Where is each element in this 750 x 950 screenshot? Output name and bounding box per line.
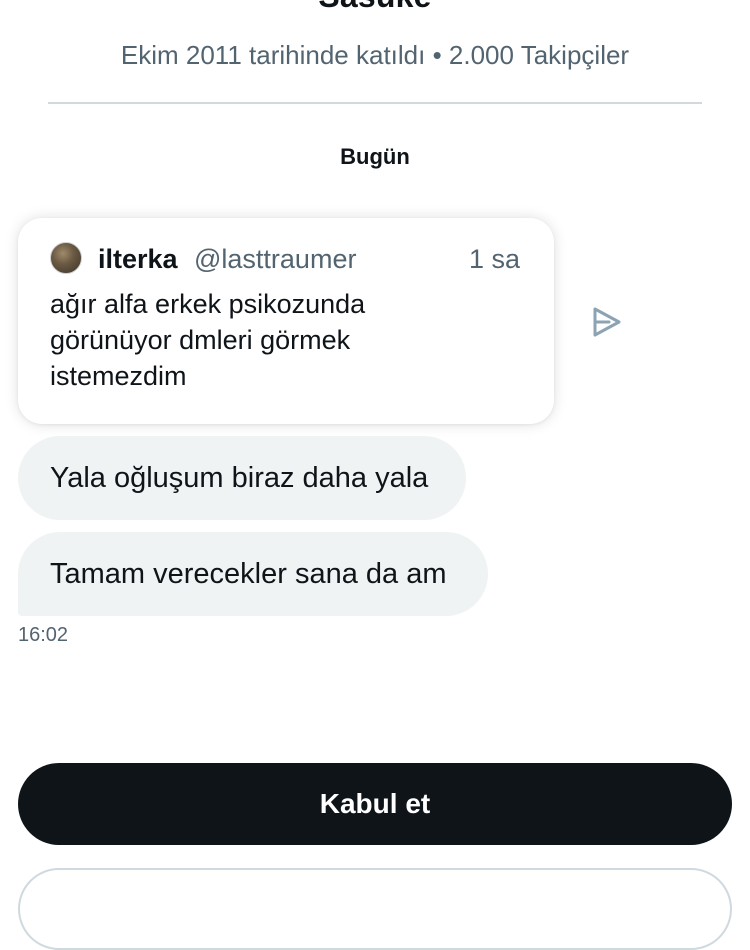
message-bubble[interactable]: Yala oğluşum biraz daha yala — [18, 436, 466, 520]
avatar[interactable] — [50, 242, 82, 274]
accept-button[interactable]: Kabul et — [18, 763, 732, 845]
quoted-post-card[interactable]: ilterka @lasttraumer 1 sa ağır alfa erke… — [18, 218, 554, 424]
share-arrow-icon[interactable] — [588, 304, 624, 340]
day-label: Bugün — [340, 144, 410, 169]
quoted-post-text: ağır alfa erkek psikozunda görünüyor dml… — [50, 289, 366, 391]
profile-name: Sasuke — [0, 0, 750, 15]
profile-meta: Ekim 2011 tarihinde katıldı • 2.000 Taki… — [120, 40, 630, 70]
secondary-button[interactable] — [18, 868, 732, 950]
quoted-author-handle: @lasttraumer — [194, 244, 357, 274]
divider — [48, 102, 702, 104]
quoted-author-name: ilterka — [98, 244, 178, 274]
message-bubble[interactable]: Tamam verecekler sana da am — [18, 532, 488, 616]
quoted-post-time: 1 sa — [468, 244, 520, 274]
message-timestamp: 16:02 — [18, 624, 69, 646]
